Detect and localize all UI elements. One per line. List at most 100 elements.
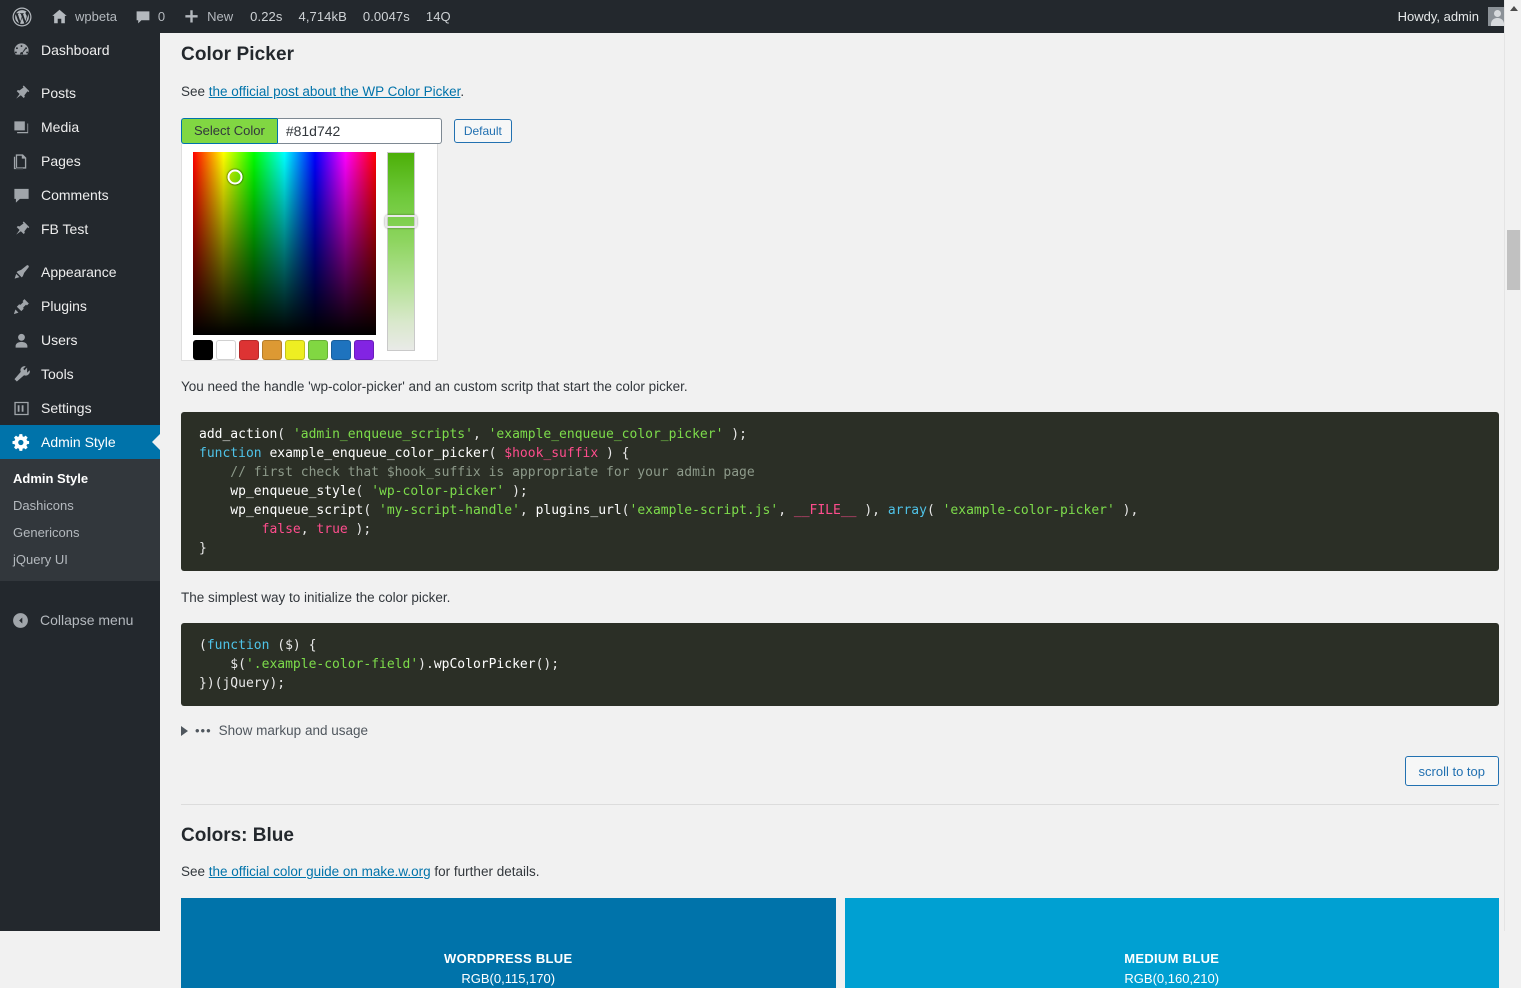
comments-count: 0 — [157, 9, 166, 24]
color-card-name: WORDPRESS BLUE — [444, 951, 573, 966]
code-string: '.example-color-field' — [245, 657, 419, 672]
default-color-button[interactable]: Default — [453, 119, 512, 143]
color-card-rgb: RGB(0,115,170) — [461, 971, 556, 986]
adminbar-new-content[interactable]: New — [174, 0, 242, 33]
sidebar-item-plugins[interactable]: Plugins — [0, 289, 160, 323]
scrollbar-up-arrow[interactable] — [1505, 0, 1521, 17]
settings-sliders-icon — [11, 398, 31, 418]
swatch-purple[interactable] — [354, 340, 374, 360]
site-name-label: wpbeta — [75, 9, 117, 24]
sidebar-subitem-admin-style[interactable]: Admin Style — [0, 465, 160, 492]
sidebar-item-settings[interactable]: Settings — [0, 391, 160, 425]
code-punct: ( — [199, 638, 207, 653]
dashboard-icon — [11, 40, 31, 60]
code-punct: ( — [277, 427, 293, 442]
code-punct: (); — [535, 657, 560, 672]
code-comment: // first check that $hook_suffix is appr… — [199, 465, 755, 480]
adminbar-wordpress-logo[interactable] — [0, 0, 42, 33]
sidebar-item-tools[interactable]: Tools — [0, 357, 160, 391]
wordpress-logo-icon — [12, 7, 32, 27]
swatch-red[interactable] — [239, 340, 259, 360]
page-title: Color Picker — [181, 44, 295, 65]
color-value-input[interactable] — [276, 118, 442, 144]
sidebar-subitem-genericons[interactable]: Genericons — [0, 519, 160, 546]
color-card-rgb: RGB(0,160,210) — [1124, 971, 1220, 986]
swatch-black[interactable] — [193, 340, 213, 360]
adminbar-my-account[interactable]: Howdy, admin — [1398, 7, 1521, 26]
swatch-green[interactable] — [308, 340, 328, 360]
code-variable: $hook_suffix — [504, 446, 599, 461]
sidebar-item-comments[interactable]: Comments — [0, 178, 160, 212]
code-punct: ( — [355, 484, 372, 499]
code-punct: } — [199, 541, 207, 556]
code-fn: wpColorPicker — [433, 657, 536, 672]
saturation-value-square[interactable] — [193, 152, 376, 335]
show-markup-toggle[interactable]: ••• Show markup and usage — [181, 723, 1499, 738]
adminbar-comments[interactable]: 0 — [126, 0, 174, 33]
sidebar-item-users[interactable]: Users — [0, 323, 160, 357]
scrollbar-thumb[interactable] — [1507, 230, 1520, 290]
sidebar-subitem-dashicons[interactable]: Dashicons — [0, 492, 160, 519]
page-scrollbar[interactable] — [1504, 0, 1521, 931]
code-variable: __FILE__ — [793, 503, 857, 518]
new-label: New — [207, 9, 234, 24]
simplest-note: The simplest way to initialize the color… — [181, 590, 451, 605]
adminbar-perf-time[interactable]: 0.22s — [242, 9, 290, 24]
swatch-white[interactable] — [216, 340, 236, 360]
swatch-blue[interactable] — [331, 340, 351, 360]
color-guide-link[interactable]: the official color guide on make.w.org — [209, 864, 431, 879]
admin-sidebar-menu: Dashboard Posts Media Pages Comments FB … — [0, 33, 160, 931]
adminbar-perf-queries[interactable]: 14Q — [418, 9, 459, 24]
sidebar-item-label: Posts — [41, 85, 77, 101]
pages-icon — [11, 151, 31, 171]
sidebar-item-appearance[interactable]: Appearance — [0, 255, 160, 289]
colors-intro-suffix: for further details. — [430, 864, 540, 879]
adminbar-perf-query-time[interactable]: 0.0047s — [355, 9, 418, 24]
saturation-marker[interactable] — [227, 169, 243, 185]
swatch-orange[interactable] — [262, 340, 282, 360]
code-punct: $( — [199, 657, 246, 672]
plus-icon — [183, 8, 200, 25]
code-bool: true — [316, 522, 348, 537]
color-card[interactable]: WORDPRESS BLUE RGB(0,115,170) — [181, 898, 836, 988]
select-color-button[interactable]: Select Color — [181, 118, 277, 144]
triangle-right-icon — [181, 725, 188, 736]
color-picker-panel — [181, 144, 438, 361]
wp-color-picker-post-link[interactable]: the official post about the WP Color Pic… — [209, 84, 461, 99]
code-punct: ), — [856, 503, 888, 518]
wrench-icon — [11, 364, 31, 384]
hue-slider[interactable] — [385, 152, 417, 351]
sidebar-item-label: Dashboard — [41, 42, 110, 58]
pin-icon — [11, 219, 31, 239]
color-card[interactable]: MEDIUM BLUE RGB(0,160,210) — [844, 898, 1499, 988]
handle-note: You need the handle 'wp-color-picker' an… — [181, 379, 688, 394]
adminbar-site-name[interactable]: wpbeta — [42, 0, 126, 33]
show-markup-label: Show markup and usage — [218, 723, 368, 738]
sidebar-item-label: Users — [41, 332, 78, 348]
sidebar-item-media[interactable]: Media — [0, 110, 160, 144]
code-string: 'admin_enqueue_scripts' — [292, 427, 473, 442]
code-punct: ) { — [598, 446, 630, 461]
color-card-name: MEDIUM BLUE — [1124, 951, 1220, 966]
hue-slider-handle[interactable] — [385, 215, 417, 228]
code-punct: ( — [363, 503, 380, 518]
adminbar-perf-memory[interactable]: 4,714kB — [290, 9, 354, 24]
sidebar-item-label: Tools — [41, 366, 74, 382]
sidebar-item-fb-test[interactable]: FB Test — [0, 212, 160, 246]
sidebar-item-dashboard[interactable]: Dashboard — [0, 33, 160, 67]
sidebar-item-pages[interactable]: Pages — [0, 144, 160, 178]
sidebar-item-admin-style[interactable]: Admin Style — [0, 425, 160, 459]
sidebar-subitem-jquery-ui[interactable]: jQuery UI — [0, 546, 160, 573]
collapse-menu-button[interactable]: Collapse menu — [0, 603, 160, 637]
code-bool: false — [261, 522, 301, 537]
sidebar-item-posts[interactable]: Posts — [0, 76, 160, 110]
user-icon — [11, 330, 31, 350]
swatch-yellow[interactable] — [285, 340, 305, 360]
color-picker-left — [193, 152, 376, 360]
code-punct: ); — [504, 484, 528, 499]
code-keyword: function — [206, 638, 270, 653]
scroll-to-top-button[interactable]: scroll to top — [1404, 756, 1499, 786]
color-card-list: WORDPRESS BLUE RGB(0,115,170) MEDIUM BLU… — [181, 898, 1499, 988]
code-punct: ). — [418, 657, 434, 672]
